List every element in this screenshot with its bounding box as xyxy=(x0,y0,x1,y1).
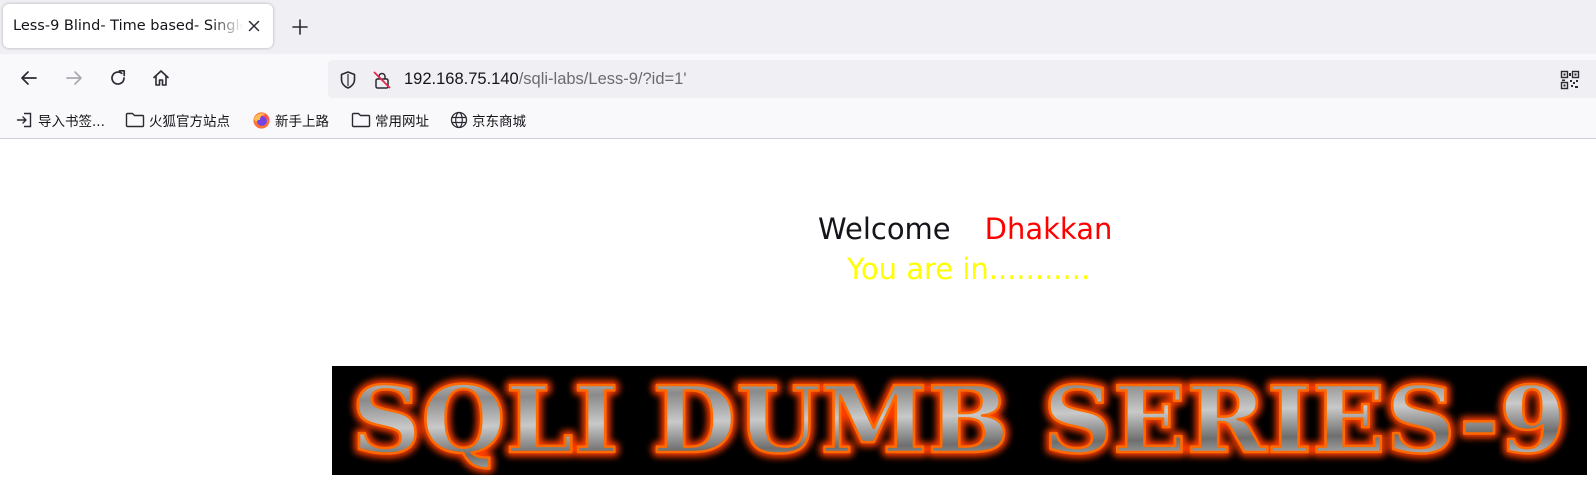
status-message: You are in........... xyxy=(847,252,1091,286)
globe-icon xyxy=(450,111,468,129)
new-tab-icon[interactable] xyxy=(288,15,312,39)
tab-strip: Less-9 Blind- Time based- Single Quotes-… xyxy=(0,0,1596,54)
qr-code-icon[interactable] xyxy=(1560,70,1580,90)
home-icon[interactable] xyxy=(149,66,173,90)
welcome-text: Welcome xyxy=(818,212,951,246)
reload-icon[interactable] xyxy=(106,66,130,90)
address-bar[interactable]: 192.168.75.140/sqli-labs/Less-9/?id=1' xyxy=(328,60,1596,98)
sqli-dumb-series-banner: SQLI DUMB SERIES-9 SQLI DUMB SERIES-9 xyxy=(332,366,1587,475)
folder-icon xyxy=(125,112,145,128)
url-path: /sqli-labs/Less-9/?id=1' xyxy=(518,70,687,88)
folder-icon xyxy=(351,112,371,128)
firefox-icon xyxy=(253,111,270,129)
active-tab[interactable]: Less-9 Blind- Time based- Single Quotes-… xyxy=(3,4,273,48)
bookmark-firefox-official[interactable]: 火狐官方站点 xyxy=(125,102,230,138)
welcome-line: Welcome Dhakkan xyxy=(818,212,1112,252)
bookmark-getting-started[interactable]: 新手上路 xyxy=(252,102,329,138)
bookmark-label: 新手上路 xyxy=(275,114,329,130)
forward-arrow-icon[interactable] xyxy=(62,66,86,90)
back-arrow-icon[interactable] xyxy=(17,66,41,90)
import-icon xyxy=(16,112,32,128)
banner-text: SQLI DUMB SERIES-9 xyxy=(352,366,1567,474)
bookmark-label: 京东商城 xyxy=(472,114,526,130)
page-content: Welcome Dhakkan You are in........... SQL… xyxy=(0,139,1596,495)
url-text[interactable]: 192.168.75.140/sqli-labs/Less-9/?id=1' xyxy=(404,60,686,98)
bookmark-label: 导入书签... xyxy=(38,114,105,130)
user-name-text: Dhakkan xyxy=(984,212,1113,246)
url-host: 192.168.75.140 xyxy=(404,70,519,88)
banner-image: SQLI DUMB SERIES-9 SQLI DUMB SERIES-9 xyxy=(347,366,1571,475)
bookmark-import[interactable]: 导入书签... xyxy=(16,102,105,138)
navigation-toolbar: 192.168.75.140/sqli-labs/Less-9/?id=1' xyxy=(0,54,1596,102)
bookmark-common-sites[interactable]: 常用网址 xyxy=(351,102,429,138)
bookmarks-toolbar: 导入书签... 火狐官方站点 新手上路 常用网址 京东商城 xyxy=(0,102,1596,139)
tracking-protection-shield-icon[interactable] xyxy=(338,70,358,90)
insecure-lock-icon[interactable] xyxy=(372,70,392,90)
bookmark-label: 常用网址 xyxy=(375,114,429,130)
bookmark-label: 火狐官方站点 xyxy=(149,114,230,130)
bookmark-jd-mall[interactable]: 京东商城 xyxy=(450,102,526,138)
close-tab-icon[interactable] xyxy=(243,15,265,37)
tab-title: Less-9 Blind- Time based- Single Quotes-… xyxy=(13,18,243,34)
